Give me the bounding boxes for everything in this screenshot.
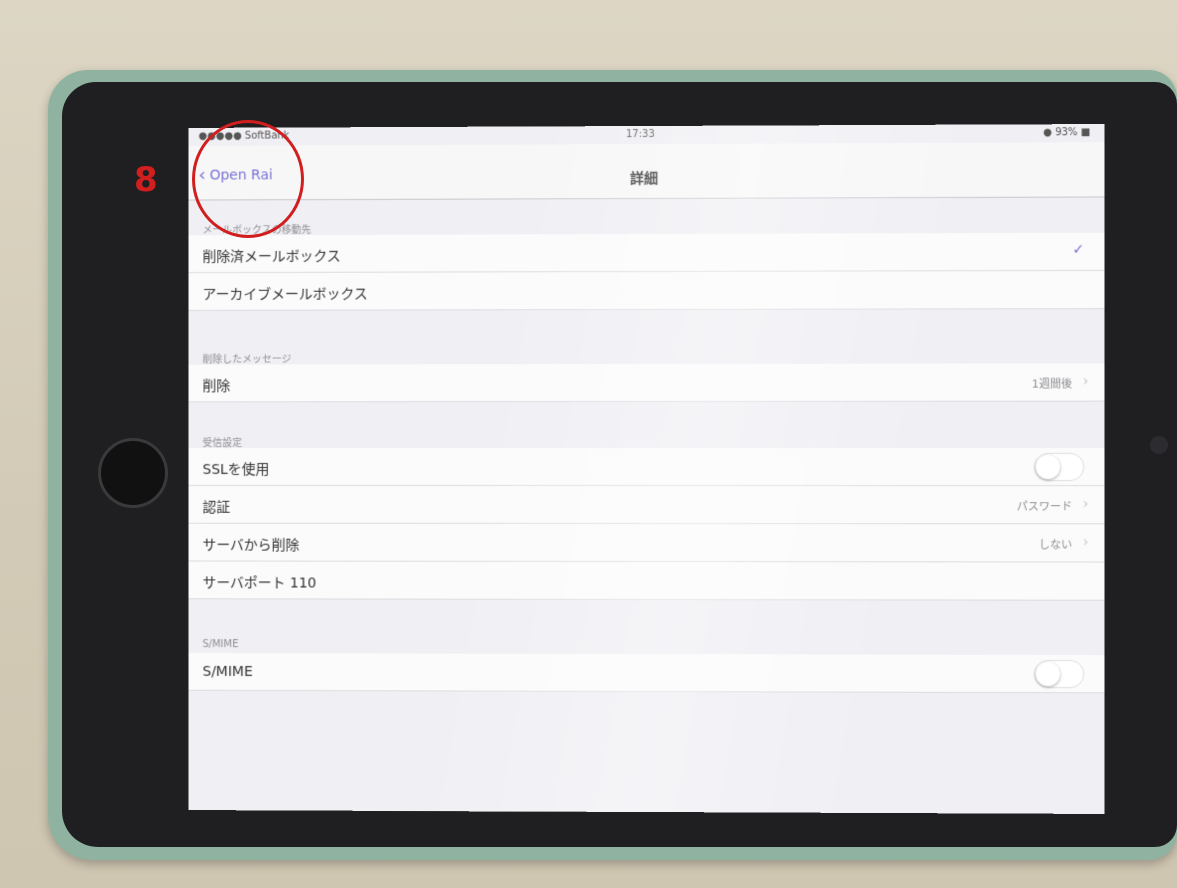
navigation-bar: ‹ Open Rai 詳細 [188,142,1105,201]
row-value: しない [1038,538,1073,552]
row-label: 削除 [202,378,231,395]
section-header: 削除したメッセージ [202,354,292,366]
toggle-knob [1035,661,1061,687]
chevron-right-icon: › [1082,496,1089,513]
row-value: 1週間後 [1031,377,1073,391]
list-item-authentication[interactable]: 認証 パスワード › [188,485,1105,525]
row-label: アーカイブメールボックス [202,286,368,303]
row-label: SSLを使用 [202,462,270,478]
highlight-circle-annotation [192,120,304,238]
ssl-toggle[interactable] [1033,452,1085,482]
list-item-use-ssl[interactable]: SSLを使用 [188,447,1105,487]
home-button[interactable] [98,438,168,508]
section-header: S/MIME [202,639,239,651]
list-item-server-port[interactable]: サーバポート 110 [188,561,1105,601]
list-item-deleted-mailbox[interactable]: 削除済メールボックス ✓ [188,232,1105,274]
page-title: 詳細 [630,170,659,188]
checkmark-icon: ✓ [1072,241,1085,258]
list-item-delete-from-server[interactable]: サーバから削除 しない › [188,523,1105,563]
toggle-knob [1035,454,1061,480]
step-number-annotation: 8 [134,160,158,200]
section-header: 受信設定 [202,438,243,450]
ipad-screen: ●●●●● SoftBank 17:33 ● 93% ■ ‹ Open Rai … [188,124,1105,814]
row-label: S/MIME [202,663,253,680]
chevron-right-icon: › [1082,534,1089,551]
row-label: サーバポート 110 [202,575,317,592]
row-label: サーバから削除 [202,537,300,554]
smime-toggle[interactable] [1033,659,1085,689]
chevron-right-icon: › [1082,373,1089,390]
front-camera [1150,436,1168,454]
row-label: 削除済メールボックス [202,248,341,266]
list-item-smime[interactable]: S/MIME [188,652,1105,694]
list-item-archive-mailbox[interactable]: アーカイブメールボックス [188,270,1105,311]
row-value: パスワード [1016,500,1073,514]
list-item-delete[interactable]: 削除 1週間後 › [188,363,1105,403]
status-time: 17:33 [626,128,655,141]
row-label: 認証 [202,499,231,516]
battery-indicator: ● 93% ■ [1043,127,1091,139]
